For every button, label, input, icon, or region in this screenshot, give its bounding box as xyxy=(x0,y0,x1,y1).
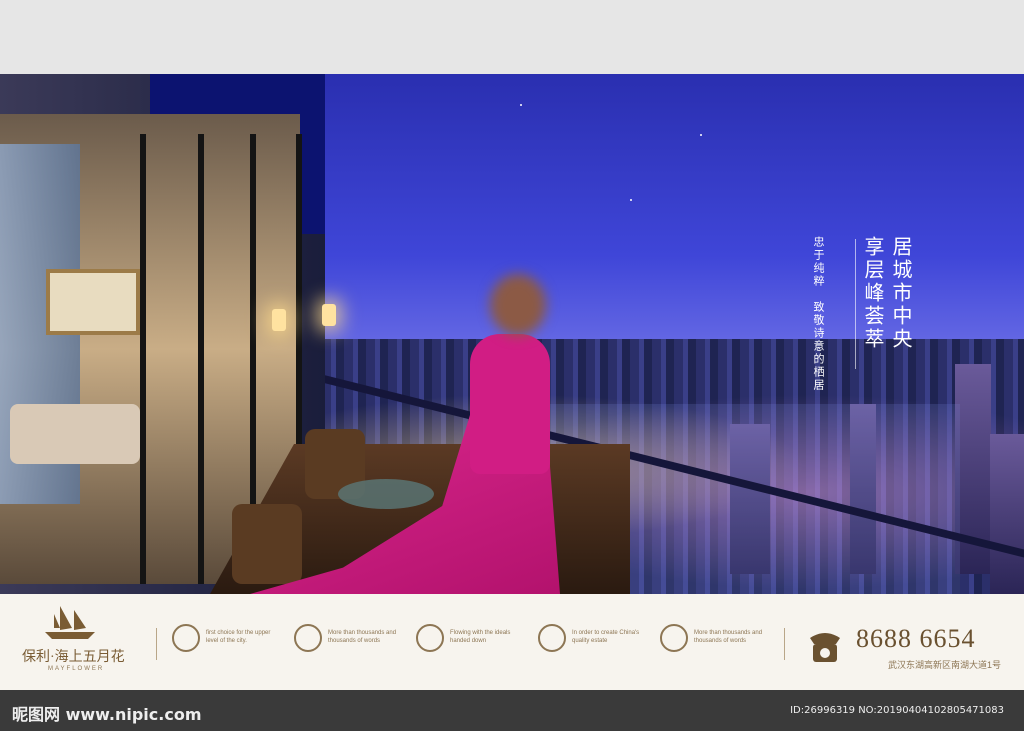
headline: 居城市中央 享层峰荟萃 xyxy=(861,236,911,351)
feature-item: More than thousands and thousands of wor… xyxy=(294,624,400,652)
blurred-head xyxy=(490,274,546,336)
phone-number: 8688 6654 xyxy=(856,624,976,653)
footer-bar: 保利·海上五月花 MAYFLOWER first choice for the … xyxy=(0,594,1024,690)
window-frame xyxy=(198,134,204,584)
subheadline: 忠于纯粹 致敬诗意的栖居 xyxy=(810,236,826,392)
headline-line-1: 居城市中央 xyxy=(889,236,911,351)
subheadline-line-1: 忠于纯粹 致敬诗意的栖居 xyxy=(812,236,824,392)
star xyxy=(630,199,632,201)
watermark-id: ID:26996319 NO:20190404102805471083 xyxy=(790,705,1004,716)
skyscraper xyxy=(990,434,1024,594)
divider xyxy=(156,628,157,660)
brand-logo-text: 保利·海上五月花 xyxy=(22,650,125,665)
feature-item: Flowing with the ideals handed down xyxy=(416,624,522,652)
feature-text: More than thousands and thousands of wor… xyxy=(328,630,397,644)
circle-emblem-icon xyxy=(172,624,200,652)
sofa xyxy=(10,404,140,464)
divider xyxy=(784,628,785,660)
feature-text: More than thousands and thousands of wor… xyxy=(694,630,763,644)
feature-text: first choice for the upper level of the … xyxy=(206,630,271,644)
top-margin xyxy=(0,0,1024,74)
brand-logo-subtitle: MAYFLOWER xyxy=(48,666,105,672)
watermark-site: 昵图网 www.nipic.com xyxy=(12,705,202,724)
window-frame xyxy=(140,134,146,584)
hero-image: 居城市中央 享层峰荟萃 忠于纯粹 致敬诗意的栖居 xyxy=(0,74,1024,594)
headline-divider xyxy=(855,239,856,369)
star xyxy=(700,134,702,136)
glass-table xyxy=(338,479,434,509)
feature-item: In order to create China's quality estat… xyxy=(538,624,644,652)
watermark-bar: 昵图网 www.nipic.com ID:26996319 NO:2019040… xyxy=(0,690,1024,731)
headline-line-2: 享层峰荟萃 xyxy=(861,236,883,351)
wall-lamp xyxy=(322,304,336,326)
telephone-icon xyxy=(810,633,840,662)
feature-text: Flowing with the ideals handed down xyxy=(450,630,511,644)
book-emblem-icon xyxy=(294,624,322,652)
ship-logo-icon xyxy=(45,606,95,639)
wave-emblem-icon xyxy=(538,624,566,652)
wall-painting xyxy=(46,269,140,335)
diamond-emblem-icon xyxy=(416,624,444,652)
feature-item: first choice for the upper level of the … xyxy=(172,624,278,652)
woman-figure xyxy=(470,334,550,474)
address-text: 武汉东湖高新区南湖大道1号 xyxy=(888,660,1002,670)
star xyxy=(520,104,522,106)
wall-lamp xyxy=(272,309,286,331)
flower-emblem-icon xyxy=(660,624,688,652)
feature-item: More than thousands and thousands of wor… xyxy=(660,624,766,652)
rattan-chair xyxy=(232,504,302,584)
feature-text: In order to create China's quality estat… xyxy=(572,630,640,644)
